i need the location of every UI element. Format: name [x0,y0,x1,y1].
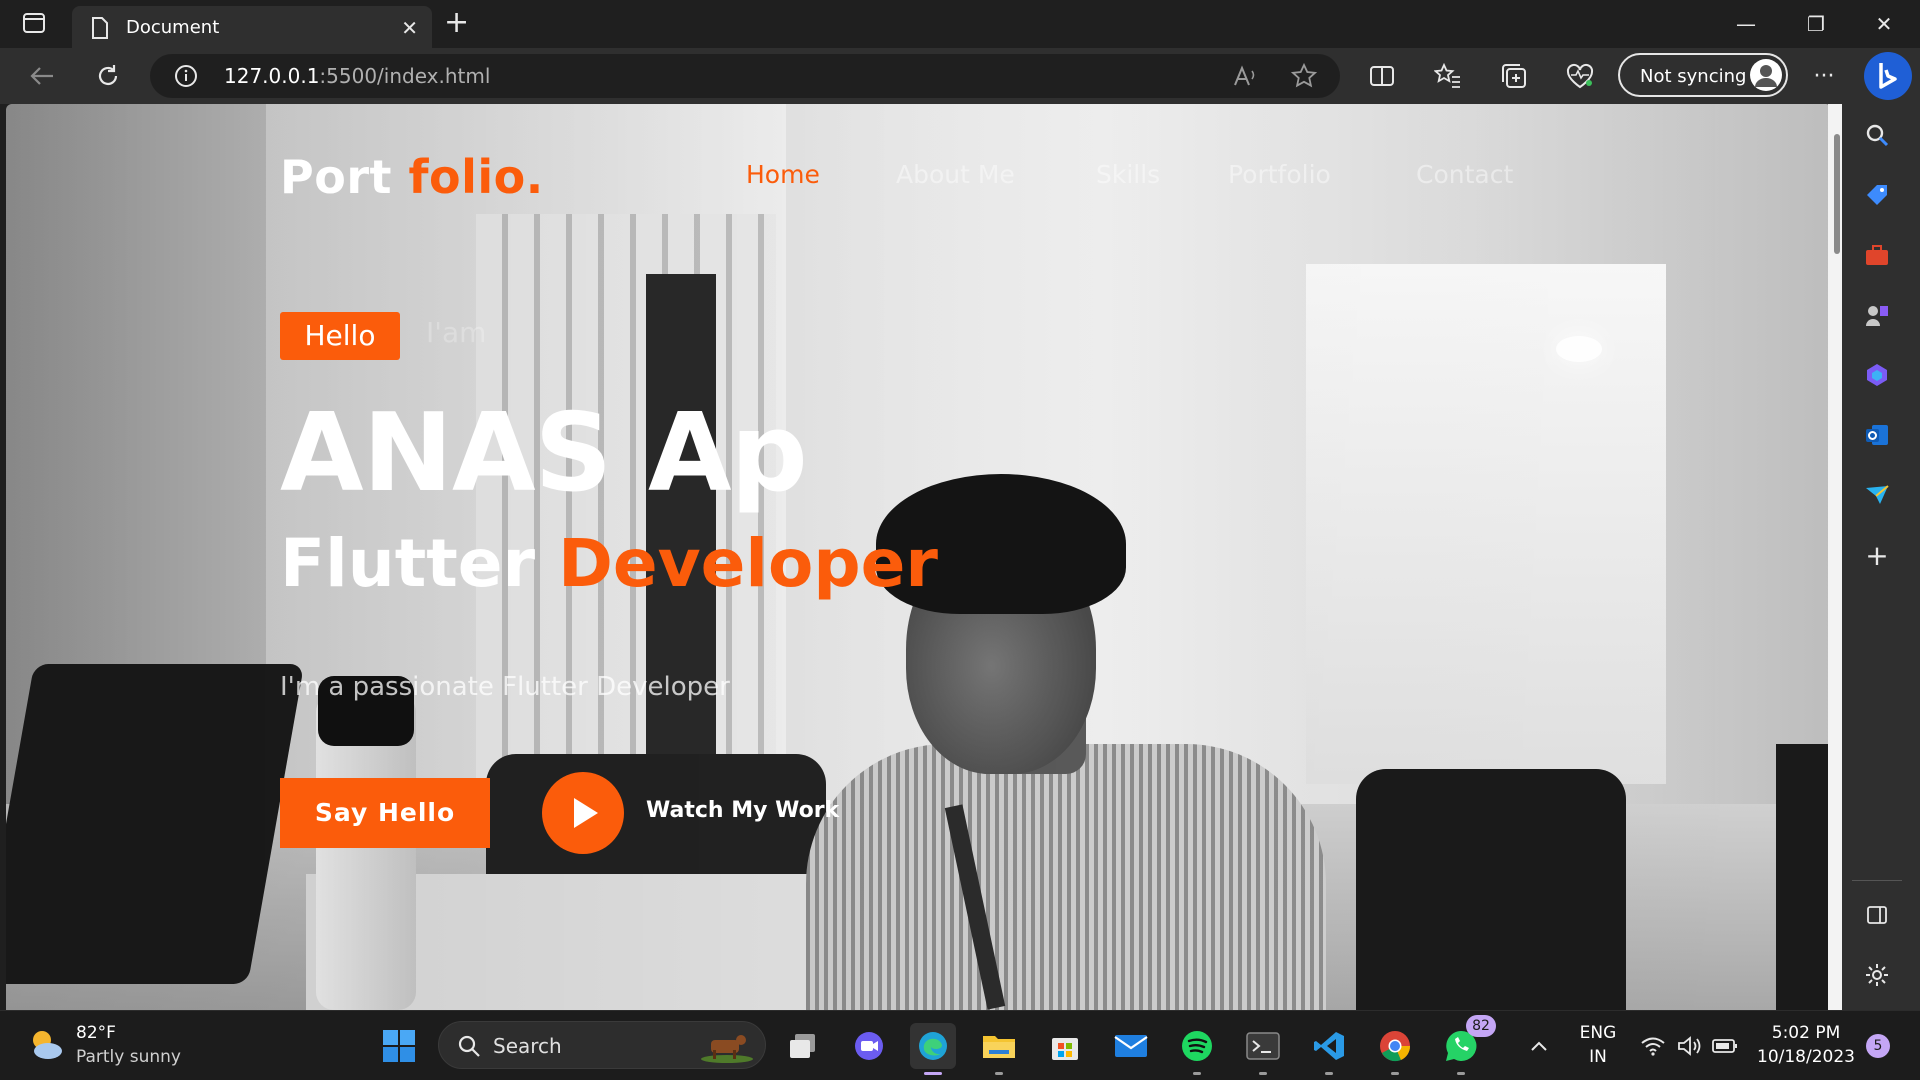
back-icon[interactable] [26,60,58,92]
site-logo[interactable]: Port folio. [280,150,544,204]
url-text[interactable]: 127.0.0.1:5500/index.html [224,64,490,88]
running-indicator [995,1072,1003,1075]
collections-icon[interactable] [1498,60,1530,92]
browser-essentials-icon[interactable] [1564,60,1596,92]
sidebar-divider [1852,880,1902,881]
intro-text: I'am [426,316,487,349]
running-indicator [1193,1072,1201,1075]
search-highlight-icon [697,1028,755,1064]
clock-time[interactable]: 5:02 PM [1746,1023,1866,1043]
role-accent: Developer [558,525,938,602]
nav-contact[interactable]: Contact [1416,160,1513,189]
shopping-tag-icon[interactable] [1862,180,1892,210]
edge-sidebar: + [1832,104,1920,1010]
clock-date[interactable]: 10/18/2023 [1746,1047,1866,1067]
say-hello-button[interactable]: Say Hello [280,778,490,848]
windows-start-icon[interactable] [376,1023,422,1069]
running-indicator [1325,1072,1333,1075]
language-region[interactable]: IN [1578,1047,1618,1067]
teams-chat-icon[interactable] [846,1023,892,1069]
microsoft-365-icon[interactable] [1862,360,1892,390]
vertical-scrollbar[interactable] [1832,104,1842,1010]
add-sidebar-app-icon[interactable]: + [1862,539,1892,572]
weather-condition[interactable]: Partly sunny [76,1047,181,1067]
search-icon[interactable] [1862,120,1892,150]
logo-main: Port [280,150,409,204]
vscode-icon[interactable] [1306,1023,1352,1075]
close-window-icon[interactable]: ✕ [1864,6,1904,42]
url-host: 127.0.0.1 [224,64,320,88]
profile-avatar [1750,59,1782,91]
hello-badge: Hello [280,312,400,360]
hero-tagline: I'm a passionate Flutter Developer [280,672,730,702]
favorite-star-icon[interactable] [1288,60,1320,92]
new-tab-icon[interactable]: + [444,8,469,38]
task-view-icon[interactable] [780,1023,826,1069]
logo-accent: folio. [408,150,544,204]
running-indicator [1457,1072,1465,1075]
refresh-icon[interactable] [92,60,124,92]
chrome-icon[interactable] [1372,1023,1418,1075]
tab-actions-icon[interactable] [18,10,52,38]
partly-sunny-icon[interactable] [26,1025,66,1065]
microsoft-store-icon[interactable] [1042,1023,1088,1069]
sidebar-settings-icon[interactable] [1862,960,1892,990]
running-indicator [1391,1072,1399,1075]
edge-taskbar-icon[interactable] [910,1023,956,1075]
document-icon [90,16,110,44]
nav-skills[interactable]: Skills [1096,160,1160,189]
site-info-icon[interactable] [174,64,198,92]
browser-toolbar: 127.0.0.1:5500/index.html Not syncing ··… [0,48,1920,104]
language-code[interactable]: ENG [1578,1023,1618,1043]
tab-title: Document [126,17,220,38]
hide-sidebar-icon[interactable] [1862,900,1892,930]
role-main: Flutter [280,525,559,602]
battery-icon[interactable] [1702,1023,1748,1069]
read-aloud-icon[interactable] [1230,60,1262,92]
hero-role: Flutter Developer [280,524,938,604]
active-app-indicator [924,1072,942,1075]
restore-icon[interactable]: ❐ [1796,6,1836,42]
windows-taskbar: 82°F Partly sunny Search 82 ENG IN 5:02 … [0,1010,1920,1080]
search-label: Search [493,1034,562,1058]
browser-tab[interactable]: Document ✕ [72,6,432,48]
outlook-icon[interactable] [1862,420,1892,450]
whatsapp-icon[interactable]: 82 [1438,1015,1496,1075]
profile-sync-button[interactable]: Not syncing [1618,53,1788,97]
sync-label: Not syncing [1640,66,1747,87]
file-explorer-icon[interactable] [976,1023,1022,1075]
title-bar: Document ✕ + — ❐ ✕ [0,0,1920,48]
split-screen-icon[interactable] [1366,60,1398,92]
close-tab-icon[interactable]: ✕ [401,16,418,40]
spotify-icon[interactable] [1174,1023,1220,1075]
notification-count-badge[interactable]: 5 [1866,1034,1890,1058]
mail-icon[interactable] [1108,1023,1154,1069]
nav-portfolio[interactable]: Portfolio [1228,160,1331,189]
more-options-icon[interactable]: ··· [1808,60,1840,92]
nav-home[interactable]: Home [746,160,820,189]
hero-name: ANAS Ap [280,391,808,516]
weather-temperature[interactable]: 82°F [76,1023,116,1043]
show-hidden-icons-chevron-icon[interactable] [1516,1023,1562,1069]
bing-copilot-icon[interactable] [1864,52,1912,100]
webpage-viewport: Port folio. Home About Me Skills Portfol… [6,104,1832,1010]
scrollbar-thumb[interactable] [1834,134,1840,254]
watch-my-work-link[interactable]: Watch My Work [646,798,839,823]
terminal-icon[interactable] [1240,1023,1286,1075]
favorites-icon[interactable] [1432,60,1464,92]
address-bar[interactable]: 127.0.0.1:5500/index.html [150,54,1340,98]
whatsapp-unread-badge: 82 [1466,1015,1496,1037]
games-icon[interactable] [1862,300,1892,330]
running-indicator [1259,1072,1267,1075]
play-icon[interactable] [542,772,624,854]
nav-about-me[interactable]: About Me [896,160,1015,189]
taskbar-search-box[interactable]: Search [438,1021,766,1069]
tools-icon[interactable] [1862,240,1892,270]
search-icon [457,1034,481,1062]
url-path: :5500/index.html [319,64,491,88]
minimize-icon[interactable]: — [1726,6,1766,42]
drop-send-icon[interactable] [1862,480,1892,510]
